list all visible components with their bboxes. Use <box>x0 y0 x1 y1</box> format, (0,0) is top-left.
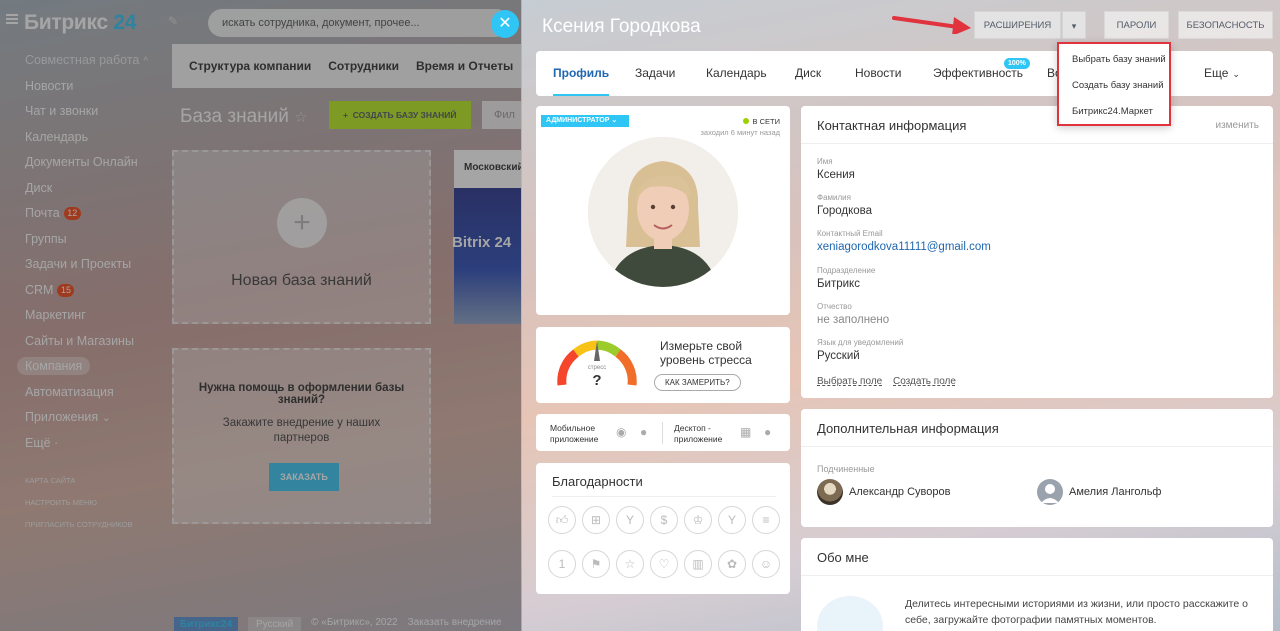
star-icon[interactable]: ☆ <box>616 550 644 578</box>
contact-title: Контактная информация <box>817 118 967 133</box>
efficiency-badge: 100% <box>1004 58 1030 69</box>
mobile-app-label[interactable]: Мобильное приложение <box>550 423 608 445</box>
extra-info-card: Дополнительная информация Подчиненные Ал… <box>801 409 1273 527</box>
beer-icon[interactable]: ▥ <box>684 550 712 578</box>
number-one-icon[interactable]: 1 <box>548 550 576 578</box>
smile-icon[interactable]: ☺ <box>752 550 780 578</box>
close-slider-button[interactable]: ✕ <box>491 10 519 38</box>
red-arrow-annotation <box>892 16 971 34</box>
avatar <box>817 479 843 505</box>
field-language: Язык для уведомлений Русский <box>817 338 904 362</box>
tab-profile[interactable]: Профиль <box>553 51 610 96</box>
about-card: Обо мне Делитесь интересными историями и… <box>801 538 1273 631</box>
close-icon: ✕ <box>498 15 512 32</box>
profile-card: АДМИНИСТРАТОР ⌄ В СЕТИ заходил 6 минут н… <box>536 106 790 315</box>
tab-news[interactable]: Новости <box>855 51 901 96</box>
stress-text: Измерьте свой уровень стресса <box>660 339 752 367</box>
gauge-label: стресс <box>588 365 606 371</box>
thumbs-up-icon[interactable]: 👍︎ <box>548 506 576 534</box>
about-title: Обо мне <box>817 550 869 565</box>
mac-icon: ● <box>764 425 772 439</box>
apps-card: Мобильное приложение ◉ ● Десктоп - прило… <box>536 414 790 451</box>
android-icon: ◉ <box>616 425 627 439</box>
cup-icon[interactable]: Y <box>616 506 644 534</box>
edit-contact-link[interactable]: изменить <box>1215 120 1259 131</box>
subordinate-item[interactable]: Амелия Лангольф <box>1037 479 1162 505</box>
email-link[interactable]: xeniagorodkova11111@gmail.com <box>817 241 991 253</box>
flower-icon[interactable]: ✿ <box>718 550 746 578</box>
gift-icon[interactable]: ⊞ <box>582 506 610 534</box>
about-text: Делитесь интересными историями из жизни,… <box>905 598 1248 626</box>
about-illustration-icon <box>817 596 883 631</box>
profile-slider: Ксения Городкова РАСШИРЕНИЯ ▾ ПАРОЛИ БЕЗ… <box>521 0 1280 631</box>
choose-field-link[interactable]: Выбрать поле <box>817 376 882 387</box>
extensions-button[interactable]: РАСШИРЕНИЯ <box>974 11 1061 39</box>
triangle-down-icon: ▾ <box>1071 21 1077 31</box>
slider-title: Ксения Городкова <box>542 16 701 37</box>
tab-more[interactable]: Еще ⌄ <box>1204 51 1240 96</box>
crown-icon[interactable]: ♔ <box>684 506 712 534</box>
last-seen: заходил 6 минут назад <box>700 128 780 137</box>
desktop-app-label[interactable]: Десктоп - приложение <box>674 423 734 445</box>
thanks-card: Благодарности 👍︎ ⊞ Y $ ♔ Y ≡ 1 ⚑ ☆ ♡ ▥ ✿… <box>536 463 790 594</box>
chevron-down-icon: ⌄ <box>1232 69 1240 79</box>
measure-stress-button[interactable]: КАК ЗАМЕРИТЬ? <box>654 374 741 391</box>
extensions-dropdown-toggle[interactable]: ▾ <box>1062 11 1086 39</box>
field-last-name: Фамилия Городкова <box>817 193 873 217</box>
stress-card: стресс ? Измерьте свой уровень стресса К… <box>536 327 790 403</box>
tab-disk[interactable]: Диск <box>795 51 821 96</box>
gauge-value: ? <box>592 372 601 389</box>
tab-tasks[interactable]: Задачи <box>635 51 675 96</box>
field-first-name: Имя Ксения <box>817 157 855 181</box>
security-button[interactable]: БЕЗОПАСНОСТЬ <box>1178 11 1273 39</box>
avatar <box>1037 479 1063 505</box>
stress-gauge: стресс ? <box>557 340 637 389</box>
menu-item-create-kb[interactable]: Создать базу знаний <box>1059 73 1169 99</box>
extra-title: Дополнительная информация <box>817 421 999 436</box>
field-email: Контактный Email xeniagorodkova11111@gma… <box>817 229 991 253</box>
online-status: В СЕТИ <box>742 117 780 126</box>
windows-icon: ▦ <box>740 425 752 439</box>
contact-card: Контактная информация изменить Имя Ксени… <box>801 106 1273 398</box>
flag-icon[interactable]: ⚑ <box>582 550 610 578</box>
extensions-dropdown: Выбрать базу знаний Создать базу знаний … <box>1057 42 1171 126</box>
field-patronymic: Отчество не заполнено <box>817 302 890 326</box>
subordinate-item[interactable]: Александр Суворов <box>817 479 950 505</box>
thanks-title: Благодарности <box>552 474 643 489</box>
menu-item-choose-kb[interactable]: Выбрать базу знаний <box>1059 47 1169 73</box>
cocktail-icon[interactable]: Y <box>718 506 746 534</box>
field-department: Подразделение Битрикс <box>817 266 876 290</box>
subordinates-label: Подчиненные <box>817 464 875 474</box>
menu-item-market[interactable]: Битрикс24.Маркет <box>1059 99 1169 125</box>
cake-icon[interactable]: ≡ <box>752 506 780 534</box>
field-links: Выбрать поле Создать поле <box>817 376 964 387</box>
user-avatar[interactable] <box>588 137 738 287</box>
admin-badge[interactable]: АДМИНИСТРАТОР ⌄ <box>541 115 630 127</box>
passwords-button[interactable]: ПАРОЛИ <box>1104 11 1169 39</box>
tab-calendar[interactable]: Календарь <box>706 51 767 96</box>
create-field-link[interactable]: Создать поле <box>893 376 956 387</box>
heart-icon[interactable]: ♡ <box>650 550 678 578</box>
money-icon[interactable]: $ <box>650 506 678 534</box>
apple-icon: ● <box>640 425 648 439</box>
